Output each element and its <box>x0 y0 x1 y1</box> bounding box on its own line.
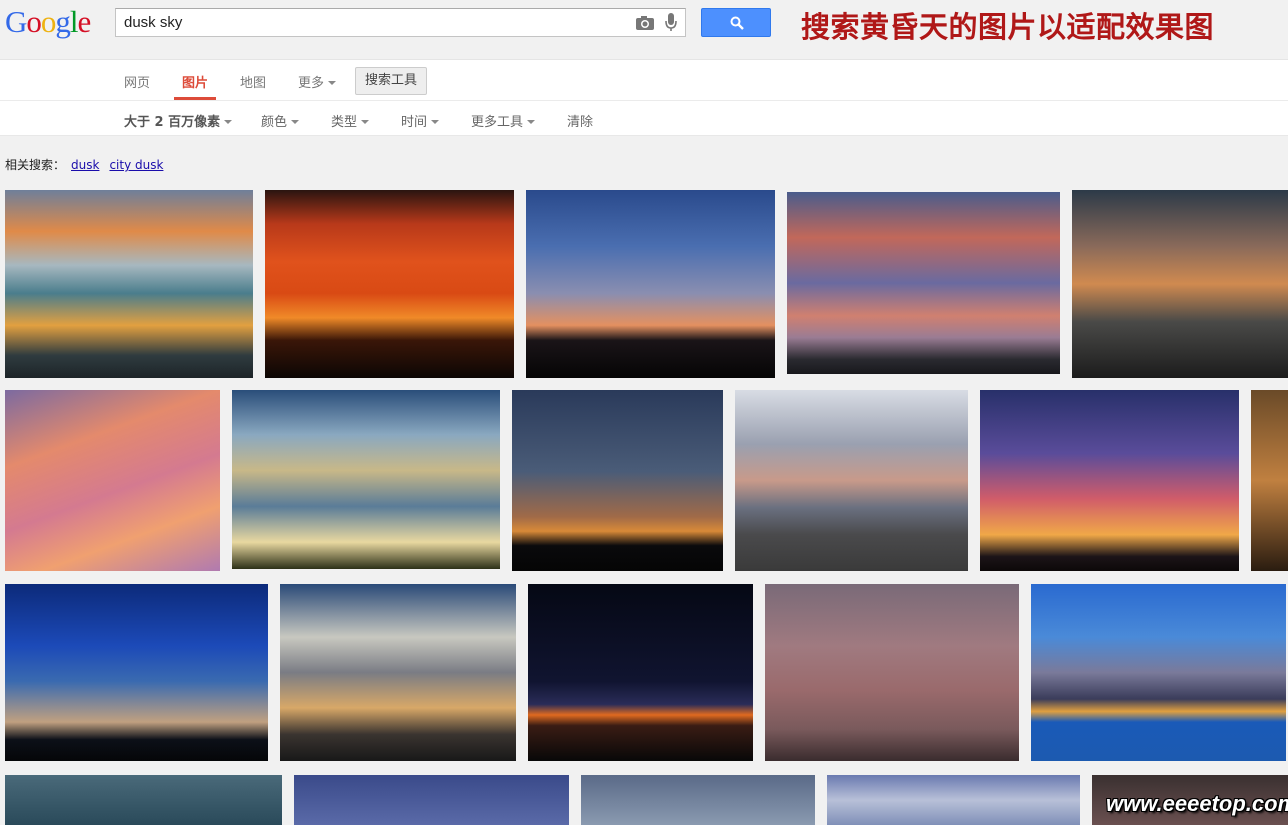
tab-more[interactable]: 更多 <box>298 72 337 91</box>
search-input[interactable] <box>116 9 626 36</box>
related-searches: 相关搜索： dusk city dusk <box>5 156 163 173</box>
image-dusk-sky-10[interactable] <box>980 390 1239 571</box>
image-dusk-sky-2[interactable] <box>265 190 514 378</box>
annotation-banner: 搜索黄昏天的图片以适配效果图 <box>801 10 1215 44</box>
filter-label: 更多工具 <box>471 115 524 130</box>
search-type-nav: 网页 图片 地图 更多 搜索工具 <box>0 60 1288 101</box>
chevron-down-icon <box>361 120 370 124</box>
type-filter-dropdown[interactable]: 类型 <box>331 111 370 130</box>
image-dusk-sky-13[interactable] <box>280 584 516 761</box>
filter-label: 时间 <box>401 115 428 130</box>
related-label: 相关搜索： <box>5 158 66 172</box>
image-dusk-sky-3[interactable] <box>526 190 775 378</box>
image-dusk-sky-18[interactable] <box>294 775 569 825</box>
chevron-down-icon <box>328 81 337 85</box>
watermark: www.eeeetop.com <box>1106 791 1288 816</box>
image-dusk-sky-17[interactable] <box>5 775 282 825</box>
tab-label: 网页 <box>124 76 151 91</box>
image-dusk-sky-14[interactable] <box>528 584 753 761</box>
related-link-dusk[interactable]: dusk <box>71 158 99 172</box>
color-filter-dropdown[interactable]: 颜色 <box>261 111 300 130</box>
size-filter-dropdown[interactable]: 大于 2 百万像素 <box>124 111 233 130</box>
filter-label: 类型 <box>331 115 358 130</box>
tab-label: 地图 <box>240 76 267 91</box>
google-logo[interactable]: Google <box>5 4 92 40</box>
more-tools-dropdown[interactable]: 更多工具 <box>471 111 536 130</box>
tab-label: 图片 <box>182 76 209 91</box>
filter-label: 颜色 <box>261 115 288 130</box>
microphone-icon[interactable] <box>664 12 678 33</box>
search-tools-button[interactable]: 搜索工具 <box>355 67 427 95</box>
top-bar: Google dusk sky 搜索黄昏天的图片以适配效果图 <box>0 0 1288 60</box>
camera-icon[interactable] <box>635 15 655 31</box>
tab-maps[interactable]: 地图 <box>240 72 266 91</box>
image-dusk-sky-4[interactable] <box>787 192 1060 374</box>
logo-letter: o <box>26 4 41 39</box>
logo-letter: G <box>5 4 27 39</box>
image-dusk-sky-11[interactable] <box>1251 390 1288 571</box>
tab-images[interactable]: 图片 <box>182 72 208 91</box>
filter-label: 大于 2 百万像素 <box>124 115 221 130</box>
time-filter-dropdown[interactable]: 时间 <box>401 111 440 130</box>
logo-letter: l <box>69 4 79 39</box>
chevron-down-icon <box>291 120 300 124</box>
logo-letter: o <box>40 4 56 39</box>
search-tools-bar: 大于 2 百万像素 颜色 类型 时间 更多工具 清除 <box>0 101 1288 136</box>
chevron-down-icon <box>527 120 536 124</box>
chevron-down-icon <box>224 120 233 124</box>
magnifier-icon <box>730 16 744 30</box>
image-dusk-sky-9[interactable] <box>735 390 968 571</box>
image-dusk-sky-8[interactable] <box>512 390 723 571</box>
google-images-page: Google dusk sky 搜索黄昏天的图片以适配效果图 网页 图片 地图 … <box>0 0 1288 825</box>
image-dusk-sky-1[interactable] <box>5 190 253 378</box>
chevron-down-icon <box>431 120 440 124</box>
related-link-city-dusk[interactable]: city dusk <box>109 158 163 172</box>
image-dusk-sky-6[interactable] <box>5 390 220 571</box>
image-dusk-sky-5[interactable] <box>1072 190 1288 378</box>
tab-label: 更多 <box>298 76 325 91</box>
tab-web[interactable]: 网页 <box>124 72 150 91</box>
image-dusk-sky-20[interactable] <box>827 775 1080 825</box>
image-dusk-sky-15[interactable] <box>765 584 1019 761</box>
search-box <box>115 8 686 37</box>
image-dusk-sky-7[interactable] <box>232 390 500 569</box>
clear-filters-link[interactable]: 清除 <box>567 111 593 130</box>
logo-letter: e <box>77 4 92 39</box>
active-tab-indicator <box>174 97 216 100</box>
image-dusk-sky-19[interactable] <box>581 775 815 825</box>
logo-letter: g <box>55 4 70 39</box>
image-dusk-sky-16[interactable] <box>1031 584 1286 761</box>
image-dusk-sky-12[interactable] <box>5 584 268 761</box>
filter-label: 清除 <box>567 115 594 130</box>
search-button[interactable] <box>701 8 771 37</box>
